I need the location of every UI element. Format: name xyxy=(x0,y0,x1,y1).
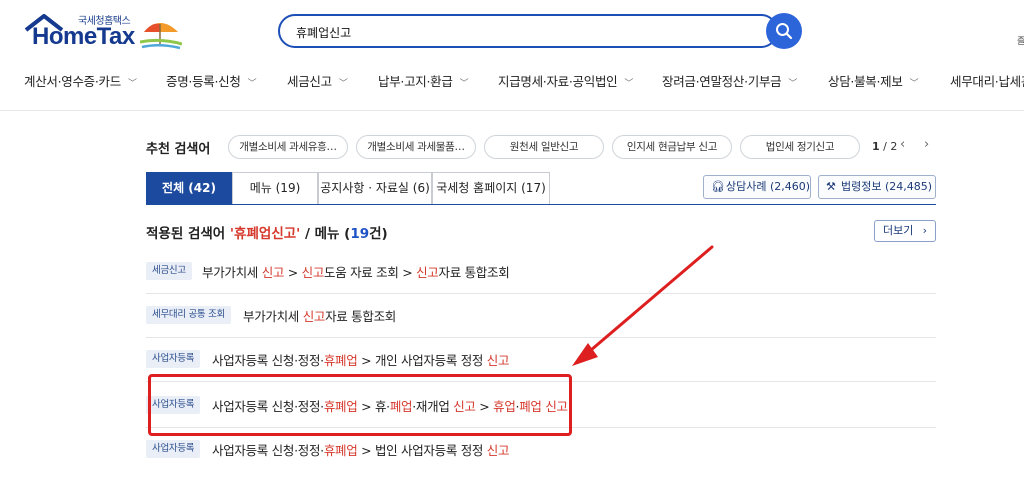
chevron-down-icon: ﹀ xyxy=(127,79,137,89)
nav-label: 세금신고 xyxy=(287,74,332,89)
headset-icon: 🎧︎ xyxy=(711,180,725,193)
chevron-right-icon: › xyxy=(922,224,927,237)
nav-label: 납부·고지·환급 xyxy=(378,74,453,89)
applied-keyword: '휴폐업신고' xyxy=(229,226,301,242)
consult-cases-button[interactable]: 🎧︎ 상담사례 (2,460) xyxy=(703,175,811,199)
keyword-highlight: 휴폐업 xyxy=(323,443,358,458)
tab-notice[interactable]: 공지사항 · 자료실 (6) xyxy=(318,172,432,204)
consult-cases-label: 상담사례 (2,460) xyxy=(726,180,811,193)
chevron-left-icon[interactable]: ‹ xyxy=(900,137,905,152)
result-path[interactable]: 부가가치세 신고자료 통합조회 xyxy=(243,306,396,325)
tab-menu[interactable]: 메뉴 (19) xyxy=(232,172,318,204)
nav-label: 계산서·영수증·카드 xyxy=(24,74,121,89)
recommended-chip[interactable]: 개별소비세 과세유흥… xyxy=(228,135,348,159)
nav-item-certificate[interactable]: 증명·등록·신청 ﹀ xyxy=(166,71,257,90)
main-nav: 계산서·영수증·카드 ﹀ 증명·등록·신청 ﹀ 세금신고 ﹀ 납부·고지·환급 ﹀ 지급… xyxy=(0,64,1024,94)
path-text: > 법인 사업자등록 정정 xyxy=(357,443,487,458)
category-badge: 사업자등록 xyxy=(146,440,201,458)
chevron-down-icon: ﹀ xyxy=(247,79,257,89)
law-info-label: 법령정보 (24,485) xyxy=(841,180,933,193)
path-text: 자료 통합조회 xyxy=(325,309,396,324)
chevron-down-icon: ﹀ xyxy=(788,79,798,89)
keyword-highlight: 신고 xyxy=(486,443,510,458)
path-text: > xyxy=(284,265,302,280)
applied-keyword-title: 적용된 검색어 '휴폐업신고' / 메뉴 (19건) xyxy=(146,222,388,242)
header-edge-text: 즐 xyxy=(1017,37,1024,47)
applied-count: 19 xyxy=(350,226,370,242)
tab-all[interactable]: 전체 (42) xyxy=(146,172,232,204)
applied-prefix: 적용된 검색어 xyxy=(146,226,230,242)
nav-label: 상담·불복·제보 xyxy=(828,74,903,89)
chevron-down-icon: ﹀ xyxy=(459,79,469,89)
nav-label: 지급명세·자료·공익법인 xyxy=(498,74,618,89)
keyword-highlight: 신고 xyxy=(302,309,326,324)
chevron-down-icon: ﹀ xyxy=(624,79,634,89)
search-button[interactable] xyxy=(766,13,802,49)
path-text: 사업자등록 신청·정정· xyxy=(212,353,324,368)
result-row[interactable]: 세금신고 부가가치세 신고 > 신고도움 자료 조회 > 신고자료 통합조회 xyxy=(146,250,936,294)
keyword-highlight: 휴폐업 xyxy=(323,353,358,368)
search-icon xyxy=(776,23,793,40)
keyword-highlight: 신고 xyxy=(416,265,439,280)
more-button[interactable]: 더보기 › xyxy=(874,220,936,242)
nav-label: 세무대리·납세관 xyxy=(950,74,1024,89)
chevron-down-icon: ﹀ xyxy=(338,79,348,89)
nav-item-consult[interactable]: 상담·불복·제보 ﹀ xyxy=(828,71,919,90)
more-label: 더보기 xyxy=(883,224,914,237)
recommended-pager: 1 / 2 xyxy=(872,140,897,153)
keyword-highlight: 신고 xyxy=(486,353,510,368)
recommended-keywords-label: 추천 검색어 xyxy=(146,142,211,157)
tab-nts-homepage[interactable]: 국세청 홈페이지 (17) xyxy=(432,172,550,204)
category-badge: 세무대리 공통 조회 xyxy=(146,306,231,324)
nav-item-tax-return[interactable]: 세금신고 ﹀ xyxy=(287,71,348,90)
nav-item-statement[interactable]: 지급명세·자료·공익법인 ﹀ xyxy=(498,71,633,90)
hometax-logo[interactable]: 국세청홈택스 HomeTax xyxy=(24,12,184,52)
applied-suffix: 건) xyxy=(369,226,388,242)
result-row[interactable]: 세무대리 공통 조회 부가가치세 신고자료 통합조회 xyxy=(146,294,936,338)
path-text: 부가가치세 xyxy=(243,309,303,324)
logo-title: HomeTax xyxy=(32,23,135,50)
recommended-chip[interactable]: 인지세 현금납부 신고 xyxy=(612,135,732,159)
pager-current: 1 xyxy=(872,140,880,153)
result-path[interactable]: 사업자등록 신청·정정·휴폐업 > 법인 사업자등록 정정 신고 xyxy=(212,440,509,459)
path-text: 자료 통합조회 xyxy=(438,265,510,280)
chevron-down-icon: ﹀ xyxy=(909,79,919,89)
chevron-right-icon[interactable]: › xyxy=(924,137,929,152)
recommended-chip[interactable]: 개별소비세 과세물품… xyxy=(356,135,476,159)
nav-item-agent[interactable]: 세무대리·납세관 xyxy=(950,71,1024,90)
keyword-highlight: 신고 xyxy=(261,265,285,280)
law-info-button[interactable]: ⚒ 법령정보 (24,485) xyxy=(818,175,936,199)
search-query: 휴폐업신고 xyxy=(296,26,352,40)
nav-item-incentive[interactable]: 장려금·연말정산·기부금 ﹀ xyxy=(662,71,797,90)
nav-divider xyxy=(0,110,1024,111)
umbrella-icon xyxy=(140,23,182,50)
recommended-chip[interactable]: 법인세 정기신고 xyxy=(740,135,860,159)
path-text: 도움 자료 조회 > xyxy=(324,265,417,280)
path-text: 부가가치세 xyxy=(202,265,262,280)
keyword-highlight: 신고 xyxy=(301,265,325,280)
gavel-icon: ⚒ xyxy=(826,180,836,193)
result-path[interactable]: 사업자등록 신청·정정·휴폐업 > 개인 사업자등록 정정 신고 xyxy=(212,350,509,369)
result-path[interactable]: 부가가치세 신고 > 신고도움 자료 조회 > 신고자료 통합조회 xyxy=(202,262,510,281)
header: 국세청홈택스 HomeTax 휴폐업신고 즐 xyxy=(0,0,1024,60)
category-badge: 사업자등록 xyxy=(146,350,201,368)
category-badge: 세금신고 xyxy=(146,262,192,280)
path-text: 사업자등록 신청·정정· xyxy=(212,443,324,458)
search-input[interactable]: 휴폐업신고 xyxy=(278,14,778,48)
path-text: > 개인 사업자등록 정정 xyxy=(357,353,487,368)
tab-underline xyxy=(146,204,936,205)
pager-total: / 2 xyxy=(883,140,898,153)
nav-item-invoice[interactable]: 계산서·영수증·카드 ﹀ xyxy=(24,71,137,90)
recommended-chip[interactable]: 원천세 일반신고 xyxy=(484,135,604,159)
nav-label: 장려금·연말정산·기부금 xyxy=(662,74,782,89)
nav-label: 증명·등록·신청 xyxy=(166,74,241,89)
annotation-highlight-box xyxy=(148,374,572,436)
applied-middle: / 메뉴 ( xyxy=(300,226,351,242)
nav-item-payment[interactable]: 납부·고지·환급 ﹀ xyxy=(378,71,469,90)
